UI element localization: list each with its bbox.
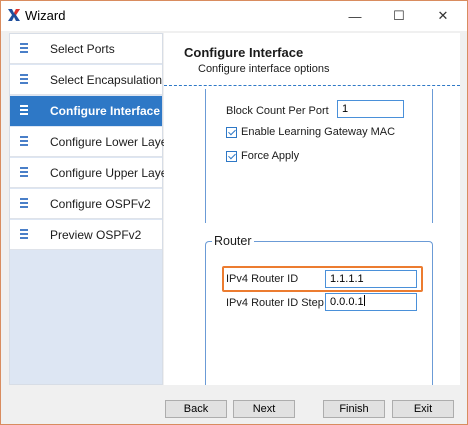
step-preview-ospfv2[interactable]: Preview OSPFv2 — [10, 220, 162, 250]
finish-button[interactable]: Finish — [323, 400, 385, 418]
list-icon — [20, 136, 28, 146]
list-icon — [20, 105, 28, 115]
content-panel[interactable]: Configure Interface Configure interface … — [164, 33, 460, 385]
router-id-step-value: 0.0.0.1 — [330, 296, 364, 308]
minimize-icon: — — [348, 8, 362, 24]
title-bar[interactable]: Wizard — ☐ ✕ — [1, 1, 467, 31]
text-cursor — [363, 295, 365, 306]
header-divider — [164, 85, 460, 86]
minimize-button[interactable]: — — [333, 1, 377, 31]
block-count-input[interactable]: 1 — [337, 100, 404, 118]
step-configure-upper-layer[interactable]: Configure Upper Layer — [10, 158, 171, 188]
force-apply-checkbox[interactable] — [226, 150, 237, 162]
router-id-label: IPv4 Router ID — [226, 273, 299, 285]
close-icon: ✕ — [437, 8, 449, 23]
step-label: Configure Upper Layer — [50, 166, 172, 180]
close-button[interactable]: ✕ — [421, 1, 465, 31]
wizard-window: Wizard — ☐ ✕ Select Ports Select Encapsu… — [0, 0, 468, 425]
force-apply-label: Force Apply — [241, 150, 300, 162]
force-apply-row[interactable]: Force Apply — [226, 150, 299, 162]
enable-learning-label: Enable Learning Gateway MAC — [241, 126, 396, 138]
group-border-right — [432, 89, 433, 223]
router-id-step-label: IPv4 Router ID Step — [226, 297, 324, 309]
exit-button[interactable]: Exit — [392, 400, 454, 418]
step-configure-ospfv2[interactable]: Configure OSPFv2 — [10, 189, 162, 219]
page-subtitle: Configure interface options — [198, 63, 330, 75]
router-group-box — [205, 241, 433, 385]
group-border-left — [205, 89, 206, 223]
window-title: Wizard — [25, 8, 66, 23]
block-count-label: Block Count Per Port — [226, 105, 329, 117]
step-label: Select Encapsulation — [50, 73, 163, 87]
list-icon — [20, 198, 28, 208]
maximize-button[interactable]: ☐ — [377, 1, 421, 31]
wizard-steps-sidebar: Select Ports Select Encapsulation Config… — [9, 33, 171, 385]
back-button[interactable]: Back — [165, 400, 227, 418]
step-select-ports[interactable]: Select Ports — [10, 34, 162, 64]
app-logo-icon — [8, 9, 20, 21]
step-label: Configure OSPFv2 — [50, 197, 151, 211]
router-group-title: Router — [212, 234, 254, 248]
enable-learning-checkbox[interactable] — [226, 126, 237, 138]
next-button[interactable]: Next — [233, 400, 295, 418]
page-title: Configure Interface — [184, 45, 304, 60]
maximize-icon: ☐ — [393, 8, 405, 23]
list-icon — [20, 229, 28, 239]
list-icon — [20, 74, 28, 84]
router-id-input[interactable]: 1.1.1.1 — [325, 270, 417, 288]
step-label: Configure Lower Layer — [50, 135, 172, 149]
enable-learning-row[interactable]: Enable Learning Gateway MAC — [226, 126, 395, 138]
step-label: Select Ports — [50, 42, 115, 56]
step-label: Configure Interface — [50, 104, 161, 118]
step-configure-lower-layer[interactable]: Configure Lower Layer — [10, 127, 171, 157]
step-configure-interface[interactable]: Configure Interface — [10, 96, 162, 126]
step-select-encapsulation[interactable]: Select Encapsulation — [10, 65, 162, 95]
list-icon — [20, 167, 28, 177]
list-icon — [20, 43, 28, 53]
step-label: Preview OSPFv2 — [50, 228, 142, 242]
router-id-step-input[interactable]: 0.0.0.1 — [325, 293, 417, 311]
